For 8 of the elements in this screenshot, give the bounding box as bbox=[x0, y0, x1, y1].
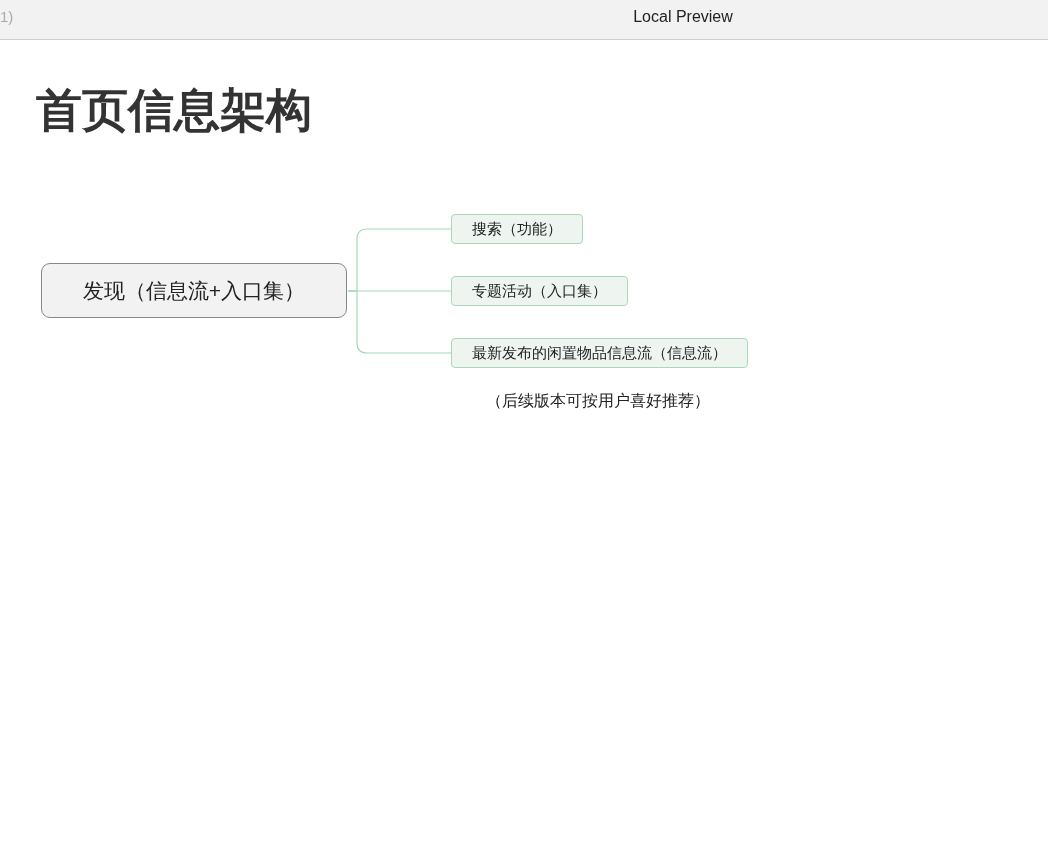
child-node: 搜索（功能） bbox=[451, 214, 583, 244]
window-title: Local Preview bbox=[633, 8, 733, 26]
child-node: 最新发布的闲置物品信息流（信息流） bbox=[451, 338, 748, 368]
title-fragment: 1) bbox=[0, 8, 14, 25]
root-node: 发现（信息流+入口集） bbox=[41, 263, 347, 318]
child-node: 专题活动（入口集） bbox=[451, 276, 628, 306]
page-heading: 首页信息架构 bbox=[36, 83, 312, 138]
note-text: （后续版本可按用户喜好推荐） bbox=[486, 391, 710, 411]
